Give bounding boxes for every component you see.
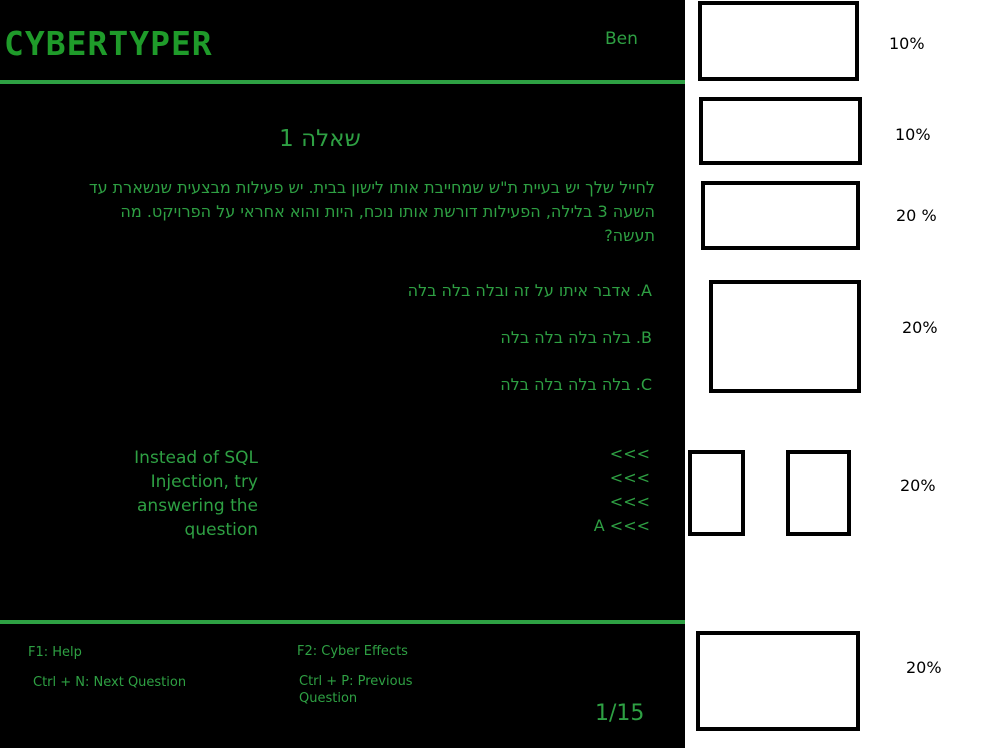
layout-box-console <box>786 450 851 536</box>
layout-box-footer <box>696 631 860 731</box>
layout-box-hint <box>688 450 745 536</box>
percentage-label: 10% <box>895 125 931 144</box>
hint-line: question <box>184 520 258 540</box>
percentage-label: 20% <box>900 476 936 495</box>
shortcut-help: F1: Help <box>28 645 82 660</box>
question-counter: 1/15 <box>595 701 645 726</box>
shortcut-previous-line: Ctrl + P: Previous <box>299 674 413 689</box>
hint-line: answering the <box>137 496 258 516</box>
answer-option-b[interactable]: B. בלה בלה בלה בלה <box>300 328 652 347</box>
shortcut-previous-question: Ctrl + P: Previous Question <box>299 673 413 707</box>
header-divider <box>0 80 685 84</box>
console-line: A <<< <box>593 516 650 535</box>
layout-box-answers <box>709 280 861 393</box>
app-logo: CYBERTYPER <box>4 24 213 63</box>
hint-line: Instead of SQL <box>134 448 258 468</box>
question-title: שאלה 1 <box>279 126 361 152</box>
console-line: <<< <box>609 492 650 511</box>
user-name: Ben <box>605 29 638 49</box>
layout-box-question <box>701 181 860 250</box>
layout-box-header <box>698 1 859 81</box>
percentage-label: 20% <box>906 658 942 677</box>
footer-divider <box>0 620 685 624</box>
layout-box-title <box>699 97 862 165</box>
percentage-label: 20% <box>902 318 938 337</box>
question-text: לחייל שלך יש בעיית ת"ש שמחייבת אותו לישו… <box>88 178 655 245</box>
hint-line: Injection, try <box>150 472 258 492</box>
answer-option-a[interactable]: A. אדבר איתו על זה ובלה בלה בלה <box>300 281 652 300</box>
shortcut-next-question: Ctrl + N: Next Question <box>33 675 187 690</box>
console-line: <<< <box>609 468 650 487</box>
percentage-label: 10% <box>889 34 925 53</box>
hint-message: Instead of SQL Injection, try answering … <box>110 446 258 542</box>
shortcut-cyber-effects: F2: Cyber Effects <box>297 644 408 659</box>
cybertyper-screen: CYBERTYPER Ben שאלה 1 לחייל שלך יש בעיית… <box>0 0 685 748</box>
typing-console[interactable]: <<< <<< <<< A <<< <box>560 442 650 538</box>
shortcut-previous-line: Question <box>299 691 358 706</box>
percentage-label: 20 % <box>896 206 937 225</box>
answer-option-c[interactable]: C. בלה בלה בלה בלה <box>300 375 652 394</box>
console-line: <<< <box>609 444 650 463</box>
